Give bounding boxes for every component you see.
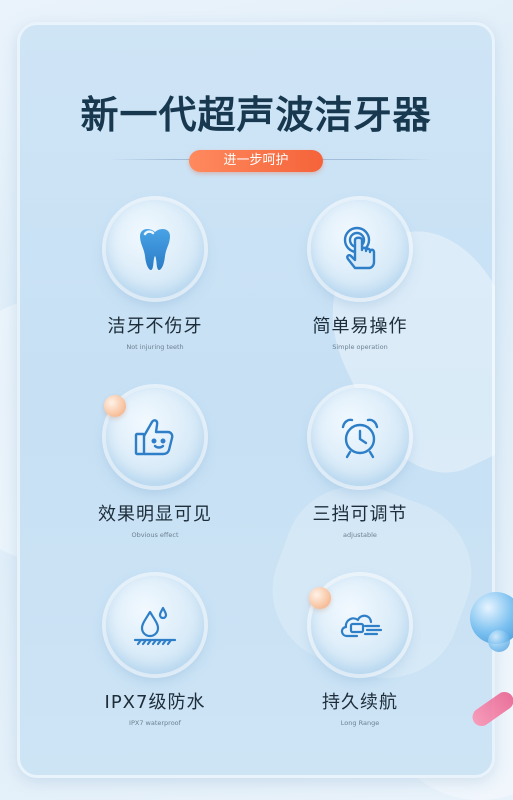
feature-sublabel: Simple operation [332,343,388,351]
feature-bubble [311,200,409,298]
water-drop-icon [133,606,177,646]
feature-card: 新一代超声波洁牙器 进一步呵护 洁牙不伤牙 Not injuring teeth… [17,22,495,778]
feature-item: IPX7级防水 IPX7 waterproof [65,576,245,727]
feature-sublabel: IPX7 waterproof [129,719,181,727]
feature-item: 三挡可调节 adjustable [270,388,450,539]
feature-sublabel: Not injuring teeth [126,343,184,351]
orange-ball-decor [104,395,126,417]
feature-label: 效果明显可见 [98,504,212,525]
subtitle-badge: 进一步呵护 [189,150,323,172]
page-title: 新一代超声波洁牙器 [80,93,432,137]
orange-ball-decor [309,587,331,609]
feature-label: 持久续航 [322,692,398,713]
tooth-icon [140,228,170,270]
feature-sublabel: Obvious effect [131,531,179,539]
feature-item: 洁牙不伤牙 Not injuring teeth [65,200,245,351]
battery-cloud-icon [340,614,383,638]
feature-bubble [311,388,409,486]
feature-item: 持久续航 Long Range [270,576,450,727]
feature-sublabel: Long Range [340,719,380,727]
feature-item: 简单易操作 Simple operation [270,200,450,351]
thumbs-up-icon [134,419,174,456]
feature-item: 效果明显可见 Obvious effect [65,388,245,539]
alarm-clock-icon [341,418,379,459]
feature-label: 洁牙不伤牙 [107,316,203,337]
feature-label: 简单易操作 [312,316,408,337]
feature-bubble [106,200,204,298]
feature-label: IPX7级防水 [104,692,206,713]
feature-sublabel: adjustable [343,531,377,539]
touch-finger-icon [343,226,376,270]
feature-bubble [106,576,204,674]
feature-label: 三挡可调节 [312,504,408,525]
blue-ball-decor [488,630,510,652]
